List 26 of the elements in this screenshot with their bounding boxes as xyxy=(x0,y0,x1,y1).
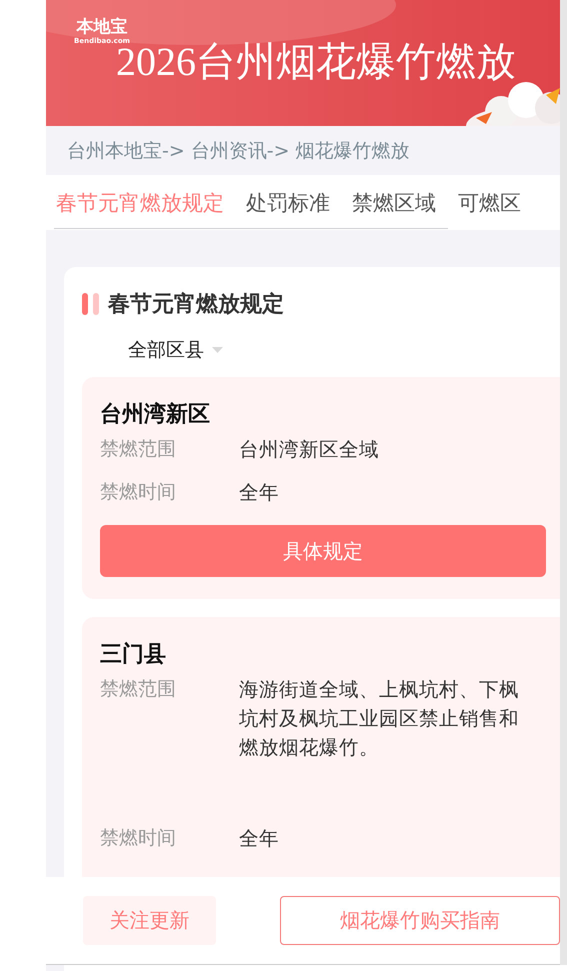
district-name: 台州湾新区 xyxy=(100,400,211,429)
guide-button[interactable]: 烟花爆竹购买指南 xyxy=(280,896,560,945)
scrollbar[interactable] xyxy=(560,0,567,965)
caret-icon xyxy=(212,347,223,353)
field-value: 全年 xyxy=(239,480,280,506)
field-value: 台州湾新区全域 xyxy=(239,437,380,463)
district-name: 三门县 xyxy=(100,640,167,669)
tab[interactable]: 春节元宵燃放规定 xyxy=(50,188,230,216)
rules-button[interactable]: 具体规定 xyxy=(100,525,546,577)
section-title: 春节元宵燃放规定 xyxy=(108,290,284,319)
field-value: 海游街道全域、上枫坑村、下枫坑村及枫坑工业园区禁止销售和燃放烟花爆竹。 xyxy=(239,677,520,761)
field-label: 禁燃时间 xyxy=(100,480,177,505)
logo-text: 本地宝 xyxy=(76,18,128,37)
tab[interactable]: 可燃区 xyxy=(452,188,527,216)
breadcrumb-link[interactable]: 烟花爆竹燃放 xyxy=(296,138,410,164)
tab[interactable]: 处罚标准 xyxy=(240,188,336,216)
breadcrumb-link[interactable]: 台州资讯-> xyxy=(190,138,290,164)
field-value: 全年 xyxy=(239,826,280,852)
field-label: 禁燃范围 xyxy=(100,437,177,462)
follow-button[interactable]: 关注更新 xyxy=(83,896,216,945)
field-label: 禁燃范围 xyxy=(100,677,177,702)
district-dropdown[interactable]: 全部区县 xyxy=(128,337,223,363)
field-label: 禁燃时间 xyxy=(100,826,177,851)
breadcrumb-link[interactable]: 台州本地宝-> xyxy=(67,138,185,164)
tab[interactable]: 禁燃区域 xyxy=(346,188,442,216)
bars-icon xyxy=(82,293,100,315)
